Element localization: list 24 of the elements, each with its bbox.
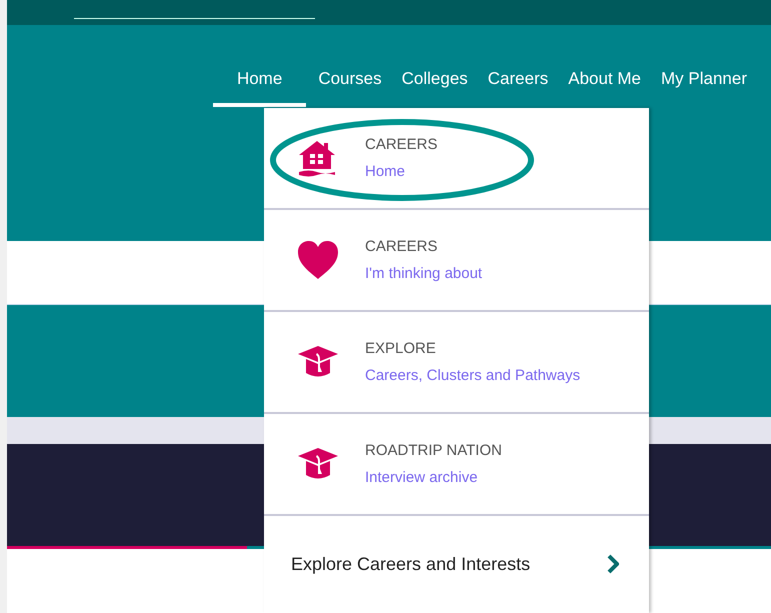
- chevron-right-icon: [607, 554, 619, 574]
- menu-item-link: Careers, Clusters and Pathways: [365, 366, 580, 384]
- menu-item[interactable]: EXPLORE Careers, Clusters and Pathways: [264, 312, 649, 414]
- menu-item[interactable]: CAREERS I'm thinking about: [264, 210, 649, 312]
- menu-item-link: I'm thinking about: [365, 264, 482, 282]
- menu-item-link: Interview archive: [365, 468, 479, 486]
- heart-icon: [297, 240, 339, 280]
- menu-item-title: CAREERS: [365, 238, 439, 255]
- menu-item[interactable]: CAREERS Home: [264, 108, 649, 210]
- graduation-cap-icon: [297, 446, 339, 481]
- menu-item-title: CAREERS: [365, 136, 438, 153]
- menu-item[interactable]: ROADTRIP NATION Interview archive: [264, 414, 649, 516]
- nav-tab[interactable]: Courses: [310, 69, 390, 107]
- nav-tab[interactable]: Colleges: [394, 69, 476, 107]
- house-icon: [297, 138, 337, 177]
- graduation-cap-icon: [297, 344, 339, 379]
- nav-tab[interactable]: My Planner: [653, 69, 755, 107]
- nav-tab[interactable]: Careers: [480, 69, 556, 107]
- menu-item-title: EXPLORE: [365, 340, 437, 357]
- explore-link[interactable]: Explore Careers and Interests: [264, 516, 649, 613]
- menu-item-link: Home: [365, 162, 406, 180]
- explore-label: Explore Careers and Interests: [291, 554, 530, 575]
- nav-tab[interactable]: About Me: [560, 69, 650, 107]
- menu-item-title: ROADTRIP NATION: [365, 442, 502, 459]
